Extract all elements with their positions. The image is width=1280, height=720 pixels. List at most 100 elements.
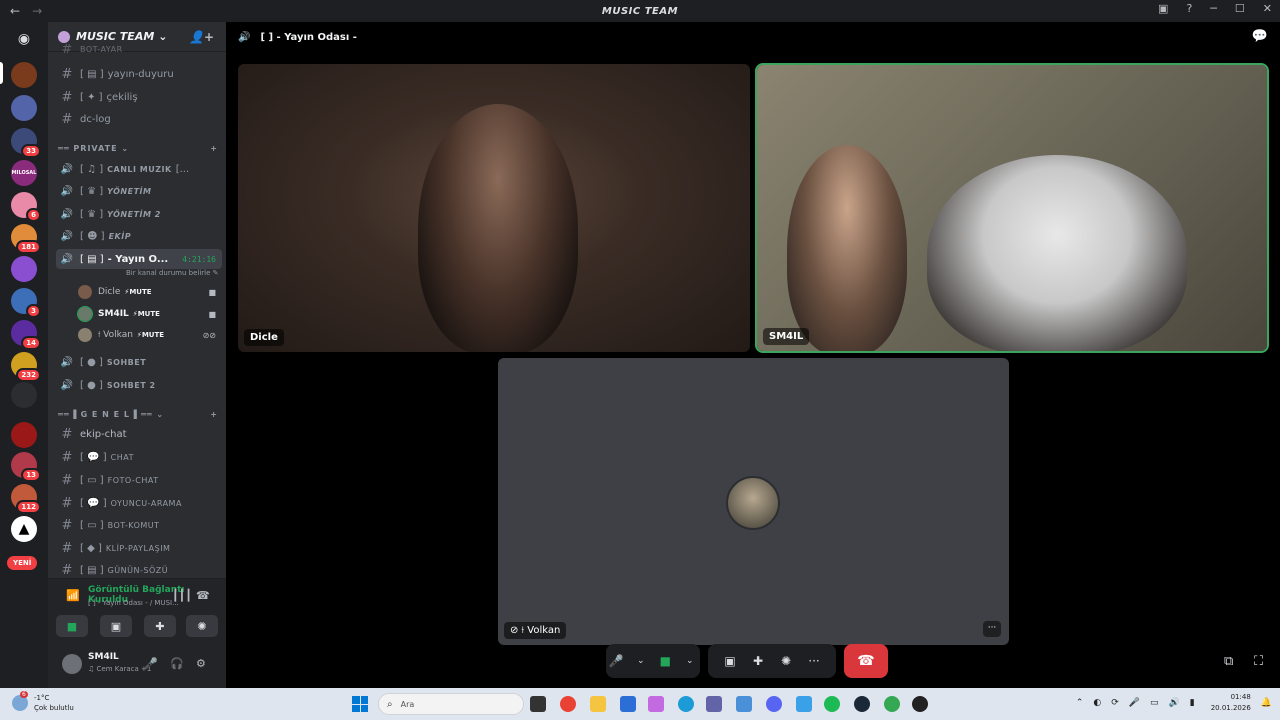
microphone-icon[interactable]: 🎤 xyxy=(1129,698,1140,708)
activities-icon[interactable]: ✚ xyxy=(746,654,770,668)
channel-yayin-duyuru[interactable]: #[ ▤ ] yayın-duyuru xyxy=(56,64,222,84)
channel-ekip-chat[interactable]: # ekip-chat xyxy=(56,424,222,444)
more-icon[interactable]: ··· xyxy=(802,654,826,668)
channel-gunun-sozu[interactable]: #[ ▤ ] GÜNÜN-SÖZÜ xyxy=(56,560,222,580)
file-explorer-icon[interactable] xyxy=(590,696,606,712)
camera-icon[interactable]: ■ xyxy=(655,654,676,668)
chevron-down-icon[interactable]: ⌄ xyxy=(680,656,701,666)
channel-chat[interactable]: #[ 💬 ] CHAT xyxy=(56,447,222,467)
channel-sohbet[interactable]: 🔊[ ● ] SOHBET xyxy=(56,352,222,372)
voice-user[interactable]: ⟊ Volkan ⚡MUTE ⊘⊘ xyxy=(78,326,218,344)
server-icon[interactable]: 181 xyxy=(11,224,41,254)
audio-tile[interactable]: ⊘ ⟊ Volkan ··· xyxy=(498,358,1009,645)
task-view-icon[interactable] xyxy=(530,696,546,712)
channel-bot-komut[interactable]: #[ ▭ ] BOT-KOMUT xyxy=(56,515,222,535)
camera-button[interactable]: ■ xyxy=(56,615,88,637)
voice-user[interactable]: SM4IL ⚡MUTE ■ xyxy=(77,305,218,323)
chevron-up-icon[interactable]: ⌃ xyxy=(1076,698,1084,708)
close-button[interactable]: ✕ xyxy=(1263,2,1272,15)
screen-share-button[interactable]: ▣ xyxy=(100,615,132,637)
minimize-button[interactable]: ─ xyxy=(1210,2,1217,15)
app-icon[interactable] xyxy=(796,696,812,712)
soundboard-button[interactable]: ✺ xyxy=(186,615,218,637)
disconnect-icon[interactable]: ☎ xyxy=(196,589,210,602)
server-icon[interactable]: 33 xyxy=(11,128,41,158)
channel-yonetim-2[interactable]: 🔊[ ♛ ] YÖNETİM 2 xyxy=(56,204,222,224)
server-icon[interactable]: MILOSAL xyxy=(11,160,37,186)
server-icon[interactable] xyxy=(11,62,37,88)
new-badge[interactable]: YENİ xyxy=(7,556,38,570)
signal-icon[interactable]: 📶 xyxy=(66,589,80,602)
steam-icon[interactable] xyxy=(854,696,870,712)
more-options-button[interactable]: ··· xyxy=(983,621,1001,637)
tray-app-icon[interactable]: ⟳ xyxy=(1111,698,1119,708)
taskbar-search[interactable]: ⌕ Ara xyxy=(378,693,524,715)
store-icon[interactable] xyxy=(620,696,636,712)
avatar[interactable] xyxy=(62,654,82,674)
video-tile-speaking[interactable]: SM4IL xyxy=(755,63,1269,353)
noise-suppression-icon[interactable]: ┃┃┃ xyxy=(172,589,192,602)
forward-arrow-icon[interactable]: → xyxy=(32,4,42,18)
channel-item[interactable]: # BOT-AYAR xyxy=(56,44,222,54)
chrome-icon[interactable] xyxy=(884,696,900,712)
server-icon[interactable]: ▲ xyxy=(11,516,37,542)
channel-oyuncu-arama[interactable]: #[ 💬 ] OYUNCU-ARAMA xyxy=(56,493,222,513)
channel-foto-chat[interactable]: #[ ▭ ] FOTO-CHAT xyxy=(56,470,222,490)
channel-ekip[interactable]: 🔊[ ☻ ] EKİP xyxy=(56,226,222,246)
maximize-button[interactable]: ☐ xyxy=(1235,2,1245,15)
battery-icon[interactable]: ▮ xyxy=(1190,698,1195,708)
chevron-down-icon[interactable]: ⌄ xyxy=(631,656,652,666)
category-genel[interactable]: ══ ▌G E N E L ▌══ ⌄ + xyxy=(58,410,218,419)
soundboard-icon[interactable]: ✺ xyxy=(774,654,798,668)
channel-yonetim[interactable]: 🔊[ ♛ ] YÖNETİM xyxy=(56,181,222,201)
activities-button[interactable]: ✚ xyxy=(144,615,176,637)
channel-status-hint[interactable]: Bir kanal durumu belirle ✎ xyxy=(126,269,219,277)
channel-dc-log[interactable]: # dc-log xyxy=(56,109,222,129)
server-icon[interactable]: 13 xyxy=(11,452,41,482)
end-call-button[interactable]: ☎ xyxy=(844,644,888,678)
channel-klip-paylasim[interactable]: #[ ◆ ] KLİP-PAYLAŞIM xyxy=(56,538,222,558)
server-icon[interactable]: 112 xyxy=(11,484,41,514)
settings-gear-icon[interactable]: ⚙ xyxy=(196,657,206,670)
server-icon[interactable]: 3 xyxy=(11,288,41,318)
popout-icon[interactable]: ⧉ xyxy=(1224,654,1233,669)
category-private[interactable]: ══ PRIVATE ⌄ + xyxy=(58,144,218,153)
app-icon[interactable] xyxy=(736,696,752,712)
chrome-icon[interactable] xyxy=(560,696,576,712)
headphones-icon[interactable]: 🎧 xyxy=(170,657,184,670)
server-icon[interactable]: 232 xyxy=(11,352,41,382)
server-icon[interactable] xyxy=(11,382,37,408)
spotify-icon[interactable] xyxy=(824,696,840,712)
help-icon[interactable]: ? xyxy=(1186,2,1192,15)
voice-user[interactable]: Dicle ⚡MUTE ■ xyxy=(78,283,218,301)
discord-home-icon[interactable]: ◉ xyxy=(11,26,37,52)
connection-channel[interactable]: [ ] - Yayın Odası - / MUSI... xyxy=(88,599,179,607)
teams-icon[interactable] xyxy=(706,696,722,712)
channel-canli-muzik[interactable]: 🔊[ ♫ ] CANLI MUZIK [... xyxy=(56,159,222,179)
screen-share-icon[interactable]: ▣ xyxy=(718,654,742,668)
chat-bubble-icon[interactable]: 💬 xyxy=(1252,29,1268,44)
channel-cekilis[interactable]: #[ ✦ ] çekiliş xyxy=(56,87,222,107)
video-tile[interactable]: Dicle xyxy=(238,64,750,352)
weather-widget[interactable]: -1°C Çok bulutlu xyxy=(34,693,74,713)
add-channel-icon[interactable]: + xyxy=(210,144,218,153)
edge-icon[interactable] xyxy=(678,696,694,712)
server-icon[interactable]: 14 xyxy=(11,320,41,350)
fullscreen-icon[interactable]: ⛶ xyxy=(1254,654,1263,669)
server-icon[interactable] xyxy=(11,256,37,282)
copilot-icon[interactable] xyxy=(648,696,664,712)
inbox-icon[interactable]: ▣ xyxy=(1158,2,1168,15)
server-icon[interactable]: 6 xyxy=(11,192,41,222)
server-icon[interactable] xyxy=(11,422,37,448)
back-arrow-icon[interactable]: ← xyxy=(10,4,20,18)
channel-yayin-odasi[interactable]: 🔊[ ▤ ] - Yayın O... 4:21:16 xyxy=(56,249,222,269)
notification-bell-icon[interactable]: 🔔 xyxy=(1261,698,1272,708)
user-name[interactable]: SM4IL xyxy=(88,652,119,662)
microphone-icon[interactable]: 🎤 xyxy=(606,654,627,668)
tray-app-icon[interactable]: ◐ xyxy=(1093,698,1101,708)
windows-start-icon[interactable] xyxy=(352,696,368,712)
clock[interactable]: 01:48 20.01.2026 xyxy=(1211,692,1251,714)
volume-icon[interactable]: 🔊 xyxy=(1169,698,1180,708)
add-channel-icon[interactable]: + xyxy=(210,410,218,419)
server-icon[interactable] xyxy=(11,95,37,121)
